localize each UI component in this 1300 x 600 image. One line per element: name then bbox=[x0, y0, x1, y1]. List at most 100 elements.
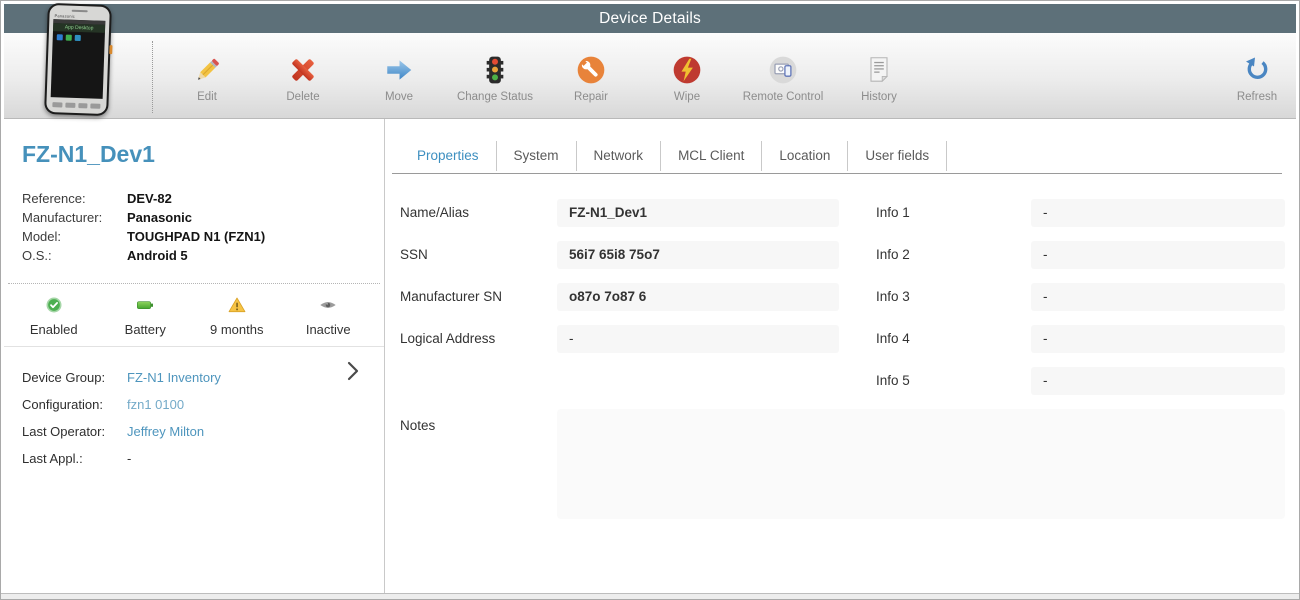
logical-address-label: Logical Address bbox=[400, 331, 496, 346]
app-icon bbox=[56, 34, 63, 41]
configuration-link[interactable]: fzn1 0100 bbox=[127, 391, 184, 418]
device-attribute-list: Device Group: FZ-N1 Inventory Configurat… bbox=[22, 364, 344, 472]
notes-label: Notes bbox=[400, 418, 436, 433]
attr-row-device-group: Device Group: FZ-N1 Inventory bbox=[22, 364, 344, 391]
attr-label: Last Appl.: bbox=[22, 451, 83, 466]
info1-field: - bbox=[1031, 199, 1285, 227]
remote-control-button-label: Remote Control bbox=[742, 91, 824, 103]
notes-field bbox=[557, 409, 1285, 519]
device-group-link[interactable]: FZ-N1 Inventory bbox=[127, 364, 221, 391]
detail-value: TOUGHPAD N1 (FZN1) bbox=[127, 229, 266, 244]
name-alias-label: Name/Alias bbox=[400, 205, 470, 220]
status-activity: Inactive bbox=[283, 294, 375, 337]
refresh-button[interactable]: Refresh bbox=[1218, 33, 1296, 119]
attr-row-last-operator: Last Operator: Jeffrey Milton bbox=[22, 418, 344, 445]
wrench-icon bbox=[575, 52, 607, 88]
info5-field: - bbox=[1031, 367, 1285, 395]
attr-label: Device Group: bbox=[22, 370, 106, 385]
phone-screen: App Desktop bbox=[50, 19, 106, 99]
detail-row: O.S.: Android 5 bbox=[22, 246, 265, 265]
tab-properties[interactable]: Properties bbox=[400, 141, 497, 171]
history-button[interactable]: History bbox=[831, 33, 927, 119]
tab-network[interactable]: Network bbox=[577, 141, 662, 171]
status-label: Battery bbox=[124, 322, 166, 337]
lightning-icon bbox=[671, 52, 703, 88]
tab-location[interactable]: Location bbox=[762, 141, 849, 171]
attr-row-last-appl: Last Appl.: - bbox=[22, 445, 344, 472]
traffic-light-icon bbox=[479, 52, 511, 88]
refresh-button-label: Refresh bbox=[1236, 91, 1278, 103]
device-details-page: Device Details Edit Delete Move Change S… bbox=[0, 0, 1300, 600]
tab-system[interactable]: System bbox=[497, 141, 577, 171]
eye-icon bbox=[318, 294, 338, 316]
document-icon bbox=[863, 52, 895, 88]
ssn-label: SSN bbox=[400, 247, 428, 262]
wipe-button[interactable]: Wipe bbox=[639, 33, 735, 119]
pencil-icon bbox=[191, 52, 223, 88]
status-label: Inactive bbox=[305, 322, 351, 337]
repair-button[interactable]: Repair bbox=[543, 33, 639, 119]
move-button[interactable]: Move bbox=[351, 33, 447, 119]
detail-label: Reference: bbox=[22, 191, 86, 206]
status-label: 9 months bbox=[210, 322, 264, 337]
device-name-heading: FZ-N1_Dev1 bbox=[22, 141, 155, 167]
move-button-label: Move bbox=[384, 91, 414, 103]
change-status-button-label: Change Status bbox=[456, 91, 534, 103]
status-battery: Battery bbox=[100, 294, 192, 337]
dotted-divider bbox=[8, 283, 380, 284]
tab-bar: Properties System Network MCL Client Loc… bbox=[400, 141, 948, 171]
warning-triangle-icon bbox=[227, 294, 247, 316]
status-label: Enabled bbox=[29, 322, 78, 337]
device-detail-list: Reference: DEV-82 Manufacturer: Panasoni… bbox=[22, 189, 265, 265]
device-status-row: Enabled Battery 9 months Inactive bbox=[8, 294, 374, 337]
device-thumbnail-face: Panasonic App Desktop bbox=[46, 4, 110, 115]
detail-label: O.S.: bbox=[22, 248, 52, 263]
info4-label: Info 4 bbox=[876, 331, 910, 346]
chevron-right-icon bbox=[346, 361, 360, 386]
name-alias-field: FZ-N1_Dev1 bbox=[557, 199, 839, 227]
info2-field: - bbox=[1031, 241, 1285, 269]
remote-control-button[interactable]: Remote Control bbox=[735, 33, 831, 119]
edit-button[interactable]: Edit bbox=[159, 33, 255, 119]
attr-row-configuration: Configuration: fzn1 0100 bbox=[22, 391, 344, 418]
delete-x-icon bbox=[287, 52, 319, 88]
tab-user-fields[interactable]: User fields bbox=[848, 141, 948, 171]
tab-mcl-client[interactable]: MCL Client bbox=[661, 141, 763, 171]
page-title: Device Details bbox=[599, 10, 701, 27]
section-divider bbox=[4, 346, 384, 347]
manufacturer-sn-field: o87o 7o87 6 bbox=[557, 283, 839, 311]
phone-speaker bbox=[71, 9, 88, 13]
info2-label: Info 2 bbox=[876, 247, 910, 262]
attr-label: Last Operator: bbox=[22, 424, 106, 439]
toolbar: Edit Delete Move Change Status Repair Wi… bbox=[4, 33, 1296, 119]
info1-label: Info 1 bbox=[876, 205, 910, 220]
last-operator-link[interactable]: Jeffrey Milton bbox=[127, 418, 204, 445]
device-detail-content: Properties System Network MCL Client Loc… bbox=[386, 119, 1296, 593]
remote-screen-icon bbox=[767, 52, 799, 88]
status-age: 9 months bbox=[191, 294, 283, 337]
info3-label: Info 3 bbox=[876, 289, 910, 304]
check-circle-icon bbox=[44, 294, 64, 316]
expand-device-group-button[interactable] bbox=[342, 359, 364, 385]
attr-value: - bbox=[127, 451, 132, 466]
manufacturer-sn-label: Manufacturer SN bbox=[400, 289, 503, 304]
info4-field: - bbox=[1031, 325, 1285, 353]
info5-label: Info 5 bbox=[876, 373, 910, 388]
app-icon bbox=[65, 34, 72, 41]
device-summary-panel: FZ-N1_Dev1 Reference: DEV-82 Manufacture… bbox=[4, 119, 385, 593]
detail-row: Reference: DEV-82 bbox=[22, 189, 265, 208]
battery-icon bbox=[133, 294, 157, 316]
change-status-button[interactable]: Change Status bbox=[447, 33, 543, 119]
bottom-strip bbox=[1, 593, 1299, 599]
info3-field: - bbox=[1031, 283, 1285, 311]
app-icon bbox=[74, 34, 81, 42]
arrow-right-icon bbox=[383, 52, 415, 88]
delete-button[interactable]: Delete bbox=[255, 33, 351, 119]
phone-side-button bbox=[109, 45, 113, 55]
phone-brand-label: Panasonic bbox=[54, 13, 76, 19]
detail-value: DEV-82 bbox=[127, 191, 172, 206]
toolbar-buttons: Edit Delete Move Change Status Repair Wi… bbox=[159, 33, 927, 119]
tab-underline bbox=[392, 173, 1282, 174]
detail-value: Panasonic bbox=[127, 210, 193, 225]
toolbar-separator bbox=[152, 41, 153, 113]
